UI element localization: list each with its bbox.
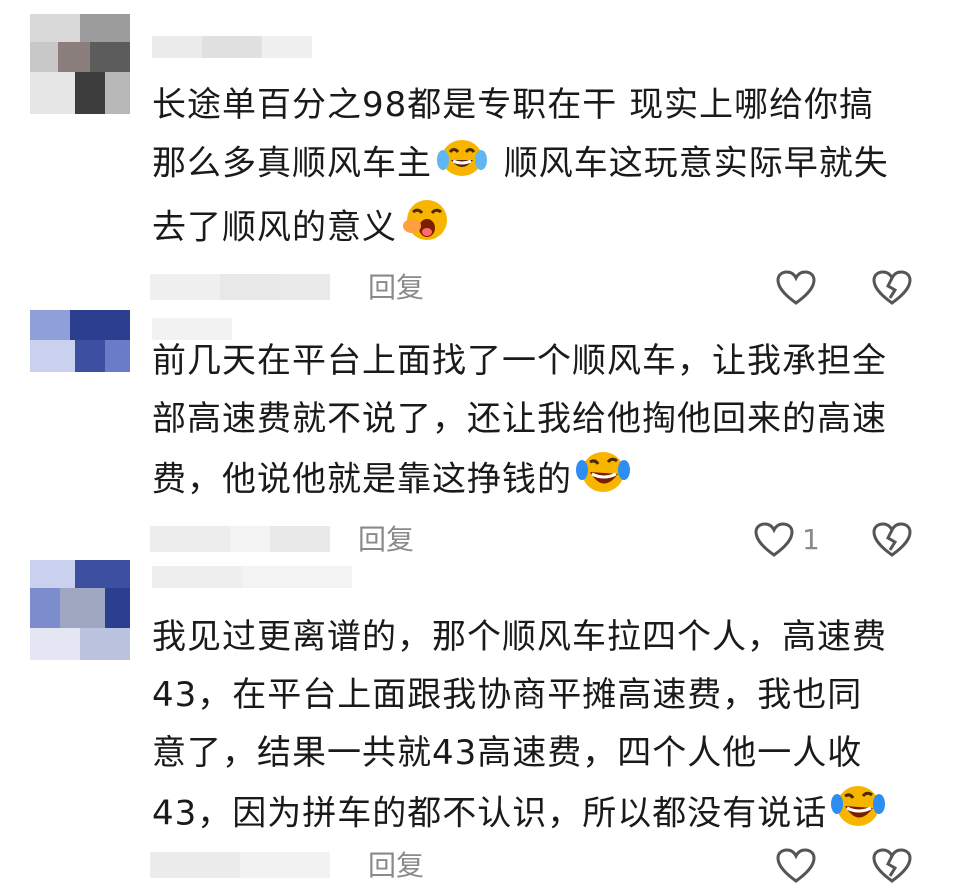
heart-outline-icon[interactable] <box>776 848 816 884</box>
rolling-laughing-emoji <box>831 782 886 848</box>
comment-time <box>150 526 330 552</box>
like-count: 1 <box>802 523 820 556</box>
comment-meta: 回复 <box>150 846 930 886</box>
comment-time <box>150 274 330 300</box>
broken-heart-outline-icon[interactable] <box>872 270 912 306</box>
reply-button[interactable]: 回复 <box>368 268 424 308</box>
broken-heart-outline-icon[interactable] <box>872 848 912 884</box>
comment-text: 长途单百分之98都是专职在干 现实上哪给你搞 那么多真顺风车主 顺风车这玩意实际… <box>152 76 932 262</box>
reply-button[interactable]: 回复 <box>358 520 414 560</box>
reply-button[interactable]: 回复 <box>368 846 424 886</box>
comment-text: 前几天在平台上面找了一个顺风车，让我承担全 部高速费就不说了，还让我给他掏他回来… <box>152 332 932 514</box>
broken-heart-outline-icon[interactable] <box>872 522 912 558</box>
username[interactable] <box>152 566 352 588</box>
username[interactable] <box>152 36 312 58</box>
avatar[interactable] <box>30 310 130 372</box>
heart-outline-icon[interactable] <box>754 522 794 558</box>
avatar[interactable] <box>30 14 130 114</box>
comment-meta: 回复 <box>150 268 930 308</box>
avatar[interactable] <box>30 560 130 660</box>
crying-face-emoji <box>401 196 453 262</box>
rolling-laughing-emoji <box>576 448 630 514</box>
comment-text: 我见过更离谱的，那个顺风车拉四个人，高速费 43，在平台上面跟我协商平摊高速费，… <box>152 608 932 848</box>
comment-item: 长途单百分之98都是专职在干 现实上哪给你搞 那么多真顺风车主 顺风车这玩意实际… <box>0 0 960 310</box>
heart-outline-icon[interactable] <box>776 270 816 306</box>
comment-item: 我见过更离谱的，那个顺风车拉四个人，高速费 43，在平台上面跟我协商平摊高速费，… <box>0 560 960 890</box>
comment-item: 前几天在平台上面找了一个顺风车，让我承担全 部高速费就不说了，还让我给他掏他回来… <box>0 310 960 560</box>
tears-of-joy-emoji <box>436 134 488 196</box>
comment-time <box>150 852 330 878</box>
comment-meta: 回复 1 <box>150 520 930 560</box>
